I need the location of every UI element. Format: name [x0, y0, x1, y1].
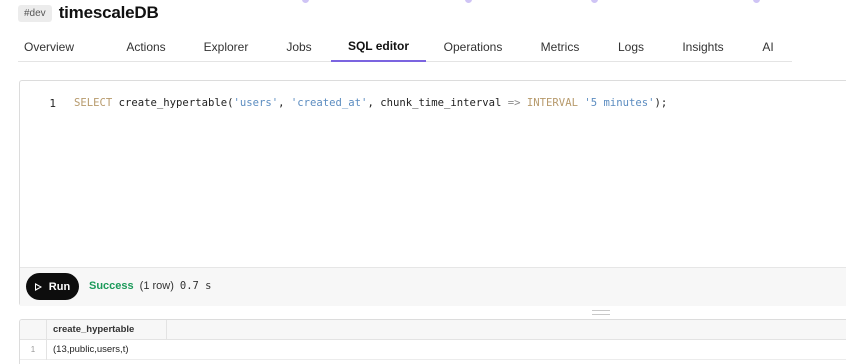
service-header: #dev timescaleDB [18, 3, 159, 23]
decorative-dot [302, 0, 309, 3]
code-function: create_hypertable( [118, 97, 234, 109]
tab-actions[interactable]: Actions [109, 32, 183, 62]
decorative-dot [465, 0, 472, 3]
tab-insights[interactable]: Insights [673, 32, 733, 62]
play-icon [34, 282, 42, 291]
code-keyword: INTERVAL [526, 97, 585, 109]
status-row-count: (1 row) [139, 280, 174, 292]
tab-jobs[interactable]: Jobs [275, 32, 323, 62]
env-badge: #dev [18, 4, 52, 22]
decorative-dot [753, 0, 760, 3]
results-header: create_hypertable [20, 320, 846, 340]
row-number: 1 [20, 340, 47, 360]
tab-operations[interactable]: Operations [435, 32, 511, 62]
service-title: timescaleDB [58, 3, 159, 22]
tab-sql-editor[interactable]: SQL editor [331, 32, 426, 62]
code-string: 'users' [233, 97, 279, 109]
tab-bar: Overview Actions Explorer Jobs SQL edito… [18, 32, 792, 62]
table-row[interactable]: 1 (13,public,users,t) [20, 340, 846, 360]
column-header[interactable]: create_hypertable [47, 320, 167, 340]
results-table: create_hypertable 1 (13,public,users,t) [19, 319, 846, 364]
row-number-header [20, 320, 47, 340]
code-punct: ); [654, 97, 668, 109]
decorative-dot [591, 0, 598, 3]
code-string: '5 minutes' [584, 97, 655, 109]
run-button[interactable]: Run [26, 273, 79, 300]
tab-metrics[interactable]: Metrics [531, 32, 589, 62]
run-button-label: Run [48, 280, 71, 293]
status-success: Success [89, 280, 134, 292]
code-operator: => [507, 97, 521, 109]
code-line[interactable]: 1 SELECT create_hypertable( 'users' , 'c… [20, 95, 846, 111]
tab-explorer[interactable]: Explorer [189, 32, 263, 62]
resize-handle[interactable] [592, 310, 610, 315]
editor-toolbar: Run Success (1 row) 0.7 s [20, 267, 846, 306]
line-number: 1 [49, 96, 56, 110]
query-status: Success (1 row) 0.7 s [89, 280, 212, 292]
tab-logs[interactable]: Logs [609, 32, 653, 62]
code-string: 'created_at' [290, 97, 368, 109]
sql-editor[interactable]: 1 SELECT create_hypertable( 'users' , 'c… [19, 80, 846, 306]
code-keyword: SELECT [74, 97, 119, 109]
code-text: , chunk_time_interval [367, 97, 508, 109]
status-duration: 0.7 s [179, 280, 212, 292]
code-punct: , [278, 97, 291, 109]
table-cell[interactable]: (13,public,users,t) [47, 340, 167, 360]
tab-ai[interactable]: AI [748, 32, 788, 62]
tab-overview[interactable]: Overview [18, 32, 80, 62]
